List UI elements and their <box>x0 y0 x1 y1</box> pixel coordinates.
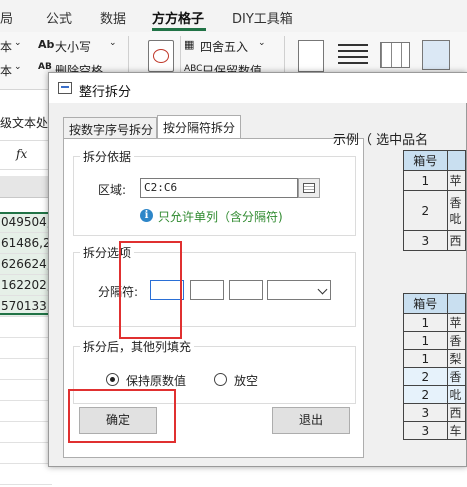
keep-original-radio[interactable] <box>106 373 119 386</box>
example-table-after: 箱号 1 苹 1 香 1 梨 2 香 2 吡 3 西 3 车 <box>403 293 467 440</box>
example-cell: 香 <box>446 367 467 386</box>
example-cell: 1 <box>403 349 448 368</box>
cube-icon[interactable] <box>422 40 450 70</box>
ribbon-tab-formulas[interactable]: 公式 <box>46 8 72 27</box>
sheet-cell[interactable] <box>0 338 52 359</box>
chevron-down-icon[interactable]: ⌄ <box>258 38 266 48</box>
example-cell: 吡 <box>446 385 467 404</box>
example-header: 箱号 <box>403 150 448 171</box>
example-cell: 1 <box>403 313 448 332</box>
example-cell: 西 <box>446 230 467 251</box>
example-cell: 1 <box>403 170 448 191</box>
dialog-title: 整行拆分 <box>79 85 132 100</box>
example-cell: 香 <box>446 331 467 350</box>
split-basis-title: 拆分依据 <box>80 148 135 165</box>
separator-input-3[interactable] <box>229 280 263 300</box>
sheet-cell[interactable] <box>0 317 52 338</box>
example-header-partial <box>446 150 467 171</box>
example-cell: 2 <box>403 385 448 404</box>
ribbon-tab-layout[interactable]: 局 <box>0 8 13 27</box>
ribbon-text-fragment-2[interactable]: 本 <box>0 62 12 79</box>
size-case-button[interactable]: 大小写 <box>55 38 91 55</box>
dialog-app-icon <box>58 82 72 94</box>
column-header[interactable] <box>0 176 52 198</box>
ribbon-group-label: 级文本处 <box>0 116 49 130</box>
example-cell: 西 <box>446 403 467 422</box>
text-case-icon: Ab <box>38 38 55 51</box>
range-picker-icon <box>303 183 315 193</box>
range-label: 区域: <box>98 183 127 197</box>
ribbon-tab-fangfang[interactable]: 方方格子 <box>152 8 204 27</box>
example-cell: 香 吡 <box>446 190 467 231</box>
example-cell: 梨 <box>446 349 467 368</box>
round-button[interactable]: 四舍五入 <box>200 38 248 55</box>
leave-empty-label[interactable]: 放空 <box>234 372 258 389</box>
after-split-title: 拆分后，其他列填充 <box>80 338 195 355</box>
range-input[interactable]: C2:C6 <box>140 178 298 198</box>
selection-border <box>0 212 52 315</box>
sheet-cell[interactable] <box>0 464 52 485</box>
sheet-cell[interactable] <box>0 422 52 443</box>
tab-split-by-separator[interactable]: 按分隔符拆分 <box>157 115 241 139</box>
exit-button[interactable]: 退出 <box>272 407 350 434</box>
separator-input-2[interactable] <box>190 280 224 300</box>
fx-icon[interactable]: fx <box>16 147 27 161</box>
example-cell: 3 <box>403 403 448 422</box>
sheet-cell[interactable] <box>0 359 52 380</box>
calc-icon[interactable] <box>148 40 174 72</box>
split-options-group: 拆分选项 分隔符: <box>73 244 356 327</box>
example-cell: 1 <box>403 331 448 350</box>
delete-space-icon: AB <box>38 62 52 72</box>
example-cell: 3 <box>403 230 448 251</box>
sheet-cell[interactable] <box>0 401 52 422</box>
info-icon: i <box>140 209 153 222</box>
list-icon[interactable] <box>338 44 368 68</box>
example-header-partial <box>446 293 467 314</box>
formula-bar[interactable]: fx <box>0 140 52 170</box>
clipboard-icon[interactable] <box>298 40 324 72</box>
dropdown-arrow-icon[interactable]: ⌄ <box>14 62 22 72</box>
leave-empty-radio[interactable] <box>214 373 227 386</box>
example-table-before: 箱号 1 苹 2 香 吡 3 西 <box>403 150 467 251</box>
example-cell: 车 <box>446 421 467 440</box>
sheet-cell[interactable] <box>0 380 52 401</box>
sheet-cell[interactable] <box>0 443 52 464</box>
example-label: 示例（ 选中品名 <box>333 133 429 148</box>
example-header: 箱号 <box>403 293 448 314</box>
dropdown-arrow-icon[interactable]: ⌄ <box>14 38 22 48</box>
highlight-ok <box>68 389 176 443</box>
range-picker-button[interactable] <box>298 178 320 198</box>
ribbon-text-fragment[interactable]: 本 <box>0 38 12 55</box>
split-dialog: 整行拆分 按数字序号拆分 按分隔符拆分 拆分依据 区域: C2:C6 i 只允许… <box>48 72 467 467</box>
round-icon: ▦ <box>184 38 195 51</box>
example-cell: 3 <box>403 421 448 440</box>
highlight-separator <box>119 241 182 339</box>
example-cell: 苹 <box>446 313 467 332</box>
info-hint: 只允许单列（含分隔符) <box>158 210 283 224</box>
tab-split-by-number[interactable]: 按数字序号拆分 <box>63 117 157 139</box>
separator-select[interactable] <box>267 280 331 300</box>
example-cell: 苹 <box>446 170 467 191</box>
delete-grid-icon[interactable] <box>380 42 410 68</box>
active-tab-indicator <box>152 28 206 31</box>
ribbon-tabs: 局 公式 数据 方方格子 DIY工具箱 <box>0 0 467 32</box>
split-basis-group: 拆分依据 区域: C2:C6 i 只允许单列（含分隔符) <box>73 148 356 236</box>
ribbon-tab-data[interactable]: 数据 <box>100 8 126 27</box>
chevron-down-icon[interactable]: ⌄ <box>109 38 117 48</box>
ribbon-tab-diy[interactable]: DIY工具箱 <box>232 8 293 27</box>
calc-icon-circle <box>153 49 169 63</box>
dialog-titlebar[interactable]: 整行拆分 <box>49 73 467 103</box>
keep-original-label[interactable]: 保持原数值 <box>126 372 186 389</box>
example-cell: 2 <box>403 190 448 231</box>
example-cell: 2 <box>403 367 448 386</box>
chevron-down-icon <box>317 284 328 295</box>
